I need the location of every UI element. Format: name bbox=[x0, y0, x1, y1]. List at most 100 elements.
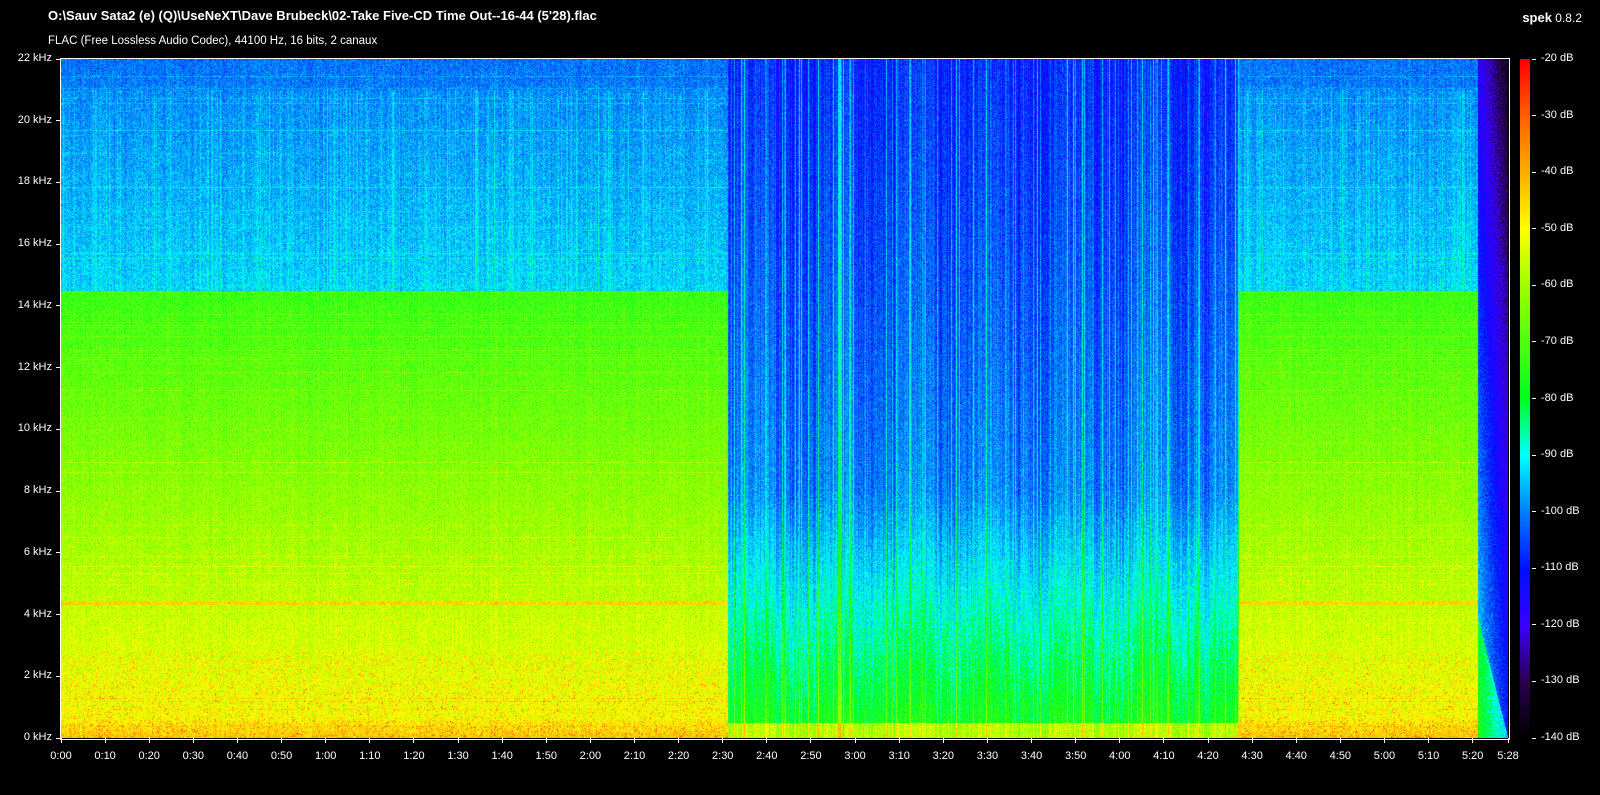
x-tick-mark bbox=[369, 738, 371, 743]
x-tick-label: 3:00 bbox=[844, 750, 866, 762]
x-tick-mark bbox=[148, 738, 150, 743]
x-tick-mark bbox=[678, 738, 680, 743]
x-tick-mark bbox=[1507, 738, 1509, 743]
x-tick-label: 2:10 bbox=[623, 750, 646, 762]
x-tick-mark bbox=[986, 738, 988, 743]
app-brand: spek 0.8.2 bbox=[1522, 10, 1582, 25]
x-tick-mark bbox=[766, 738, 768, 743]
y-tick-label: 6 kHz bbox=[23, 545, 52, 558]
colorbar-tick-label: -130 dB bbox=[1541, 674, 1580, 687]
x-tick-mark bbox=[104, 738, 106, 743]
x-tick-label: 5:28 bbox=[1497, 750, 1519, 762]
x-tick-mark bbox=[1031, 738, 1033, 743]
x-tick-mark bbox=[1075, 738, 1077, 743]
colorbar-tick-label: -140 dB bbox=[1541, 731, 1580, 743]
x-tick-label: 3:40 bbox=[1020, 750, 1043, 762]
file-path-title: O:\Sauv Sata2 (e) (Q)\UseNeXT\Dave Brube… bbox=[48, 8, 597, 23]
colorbar-tick-mark bbox=[1532, 58, 1536, 60]
y-tick-mark bbox=[56, 367, 61, 369]
x-tick-label: 0:30 bbox=[182, 750, 205, 762]
x-tick-label: 5:00 bbox=[1373, 750, 1396, 762]
y-tick-label: 14 kHz bbox=[17, 298, 52, 311]
colorbar-tick-label: -20 dB bbox=[1541, 52, 1574, 64]
file-info: FLAC (Free Lossless Audio Codec), 44100 … bbox=[48, 35, 378, 47]
y-tick-mark bbox=[56, 181, 61, 183]
x-tick-label: 0:40 bbox=[226, 750, 249, 762]
colorbar-tick-mark bbox=[1532, 284, 1536, 286]
y-tick-label: 0 kHz bbox=[23, 731, 52, 743]
colorbar-tick-label: -110 dB bbox=[1541, 561, 1579, 574]
x-tick-label: 0:20 bbox=[138, 750, 160, 762]
x-tick-label: 2:40 bbox=[756, 750, 778, 762]
colorbar-tick-label: -120 dB bbox=[1541, 617, 1580, 630]
x-tick-mark bbox=[1119, 738, 1121, 743]
y-tick-label: 4 kHz bbox=[23, 607, 52, 620]
colorbar-tick-mark bbox=[1532, 341, 1536, 343]
y-tick-label: 8 kHz bbox=[23, 484, 52, 497]
x-tick-mark bbox=[1472, 738, 1474, 743]
colorbar-tick-mark bbox=[1532, 115, 1536, 117]
spectrogram-heatmap bbox=[61, 59, 1508, 738]
app-name: spek bbox=[1522, 10, 1552, 25]
x-tick-mark bbox=[192, 738, 194, 743]
colorbar-tick-label: -70 dB bbox=[1541, 334, 1574, 347]
x-tick-label: 0:00 bbox=[50, 750, 72, 762]
x-tick-label: 1:10 bbox=[359, 750, 381, 762]
x-tick-mark bbox=[1251, 738, 1253, 743]
x-tick-label: 4:10 bbox=[1153, 750, 1175, 762]
x-tick-mark bbox=[854, 738, 856, 743]
colorbar-tick-label: -40 dB bbox=[1541, 165, 1574, 178]
x-tick-mark bbox=[1383, 738, 1385, 743]
y-tick-mark bbox=[56, 614, 61, 616]
x-tick-mark bbox=[898, 738, 900, 743]
colorbar-tick-label: -90 dB bbox=[1541, 448, 1574, 461]
x-tick-label: 1:40 bbox=[491, 750, 513, 762]
x-tick-mark bbox=[634, 738, 635, 743]
x-tick-mark bbox=[325, 738, 327, 743]
y-tick-label: 16 kHz bbox=[17, 237, 52, 250]
x-tick-label: 1:50 bbox=[535, 750, 557, 762]
colorbar-tick-label: -100 dB bbox=[1541, 504, 1580, 517]
x-tick-label: 3:30 bbox=[976, 750, 999, 762]
y-tick-label: 12 kHz bbox=[17, 360, 52, 373]
x-tick-label: 0:50 bbox=[270, 750, 293, 762]
x-tick-label: 1:00 bbox=[314, 750, 337, 762]
y-tick-mark bbox=[56, 675, 61, 677]
y-tick-label: 22 kHz bbox=[17, 52, 52, 64]
x-tick-label: 4:40 bbox=[1285, 750, 1307, 762]
colorbar-tick-mark bbox=[1532, 680, 1536, 682]
x-tick-mark bbox=[810, 738, 812, 743]
y-tick-mark bbox=[56, 120, 61, 122]
y-tick-mark bbox=[56, 490, 61, 492]
x-tick-mark bbox=[722, 738, 724, 743]
colorbar-tick-label: -60 dB bbox=[1541, 278, 1574, 291]
y-tick-label: 2 kHz bbox=[23, 669, 52, 682]
x-tick-label: 2:50 bbox=[800, 750, 822, 762]
x-tick-mark bbox=[1163, 738, 1165, 743]
x-tick-mark bbox=[413, 738, 415, 743]
x-tick-label: 2:30 bbox=[712, 750, 734, 762]
x-tick-label: 2:20 bbox=[667, 750, 690, 762]
x-tick-mark bbox=[1339, 738, 1341, 743]
y-tick-label: 10 kHz bbox=[17, 422, 52, 435]
colorbar-tick-mark bbox=[1532, 737, 1536, 739]
colorbar-tick-mark bbox=[1532, 398, 1536, 399]
x-tick-label: 5:20 bbox=[1461, 750, 1484, 762]
x-tick-label: 2:00 bbox=[579, 750, 602, 762]
app-version: 0.8.2 bbox=[1555, 11, 1582, 25]
x-tick-label: 1:20 bbox=[403, 750, 425, 762]
y-tick-mark bbox=[56, 243, 61, 245]
x-tick-mark bbox=[60, 738, 62, 743]
x-tick-label: 3:20 bbox=[932, 750, 955, 762]
y-tick-mark bbox=[56, 305, 61, 307]
y-tick-label: 18 kHz bbox=[17, 175, 52, 188]
x-tick-mark bbox=[1295, 738, 1297, 743]
x-tick-mark bbox=[589, 738, 591, 743]
colorbar bbox=[1520, 59, 1530, 738]
x-tick-label: 3:10 bbox=[888, 750, 910, 762]
y-tick-mark bbox=[56, 552, 61, 554]
colorbar-tick-mark bbox=[1532, 454, 1536, 456]
colorbar-tick-label: -50 dB bbox=[1541, 221, 1574, 234]
x-tick-label: 5:10 bbox=[1417, 750, 1440, 762]
colorbar-tick-mark bbox=[1532, 567, 1536, 569]
